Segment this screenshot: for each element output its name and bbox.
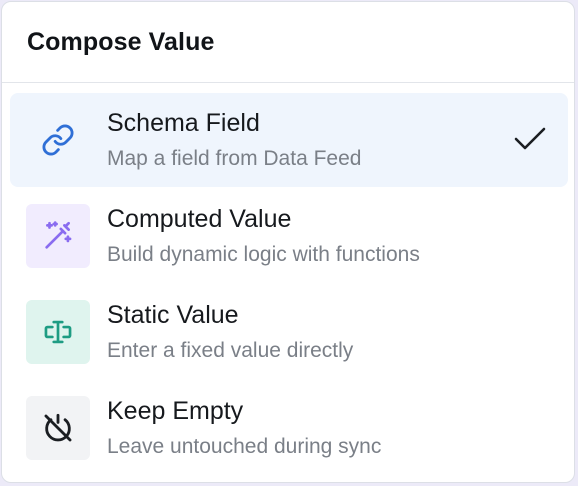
option-description: Leave untouched during sync bbox=[107, 435, 382, 458]
text-cursor-icon bbox=[26, 300, 90, 364]
option-title: Static Value bbox=[107, 301, 239, 329]
option-title: Schema Field bbox=[107, 109, 260, 137]
checkmark-icon bbox=[514, 127, 546, 150]
link-icon bbox=[26, 108, 90, 172]
option-keep-empty[interactable]: Keep Empty Leave untouched during sync bbox=[10, 381, 568, 475]
option-schema-field[interactable]: Schema Field Map a field from Data Feed bbox=[10, 93, 568, 187]
option-description: Map a field from Data Feed bbox=[107, 147, 362, 170]
option-description: Build dynamic logic with functions bbox=[107, 243, 420, 266]
magic-wand-icon bbox=[26, 204, 90, 268]
dropdown-title: Compose Value bbox=[27, 27, 215, 56]
option-title: Keep Empty bbox=[107, 397, 244, 425]
power-off-icon bbox=[26, 396, 90, 460]
option-title: Computed Value bbox=[107, 205, 292, 233]
option-computed-value[interactable]: Computed Value Build dynamic logic with … bbox=[10, 189, 568, 283]
dropdown-header: Compose Value bbox=[2, 2, 574, 83]
option-description: Enter a fixed value directly bbox=[107, 339, 354, 362]
option-static-value[interactable]: Static Value Enter a fixed value directl… bbox=[10, 285, 568, 379]
compose-value-dropdown: Compose Value Schema Field Map a field f… bbox=[1, 1, 575, 483]
